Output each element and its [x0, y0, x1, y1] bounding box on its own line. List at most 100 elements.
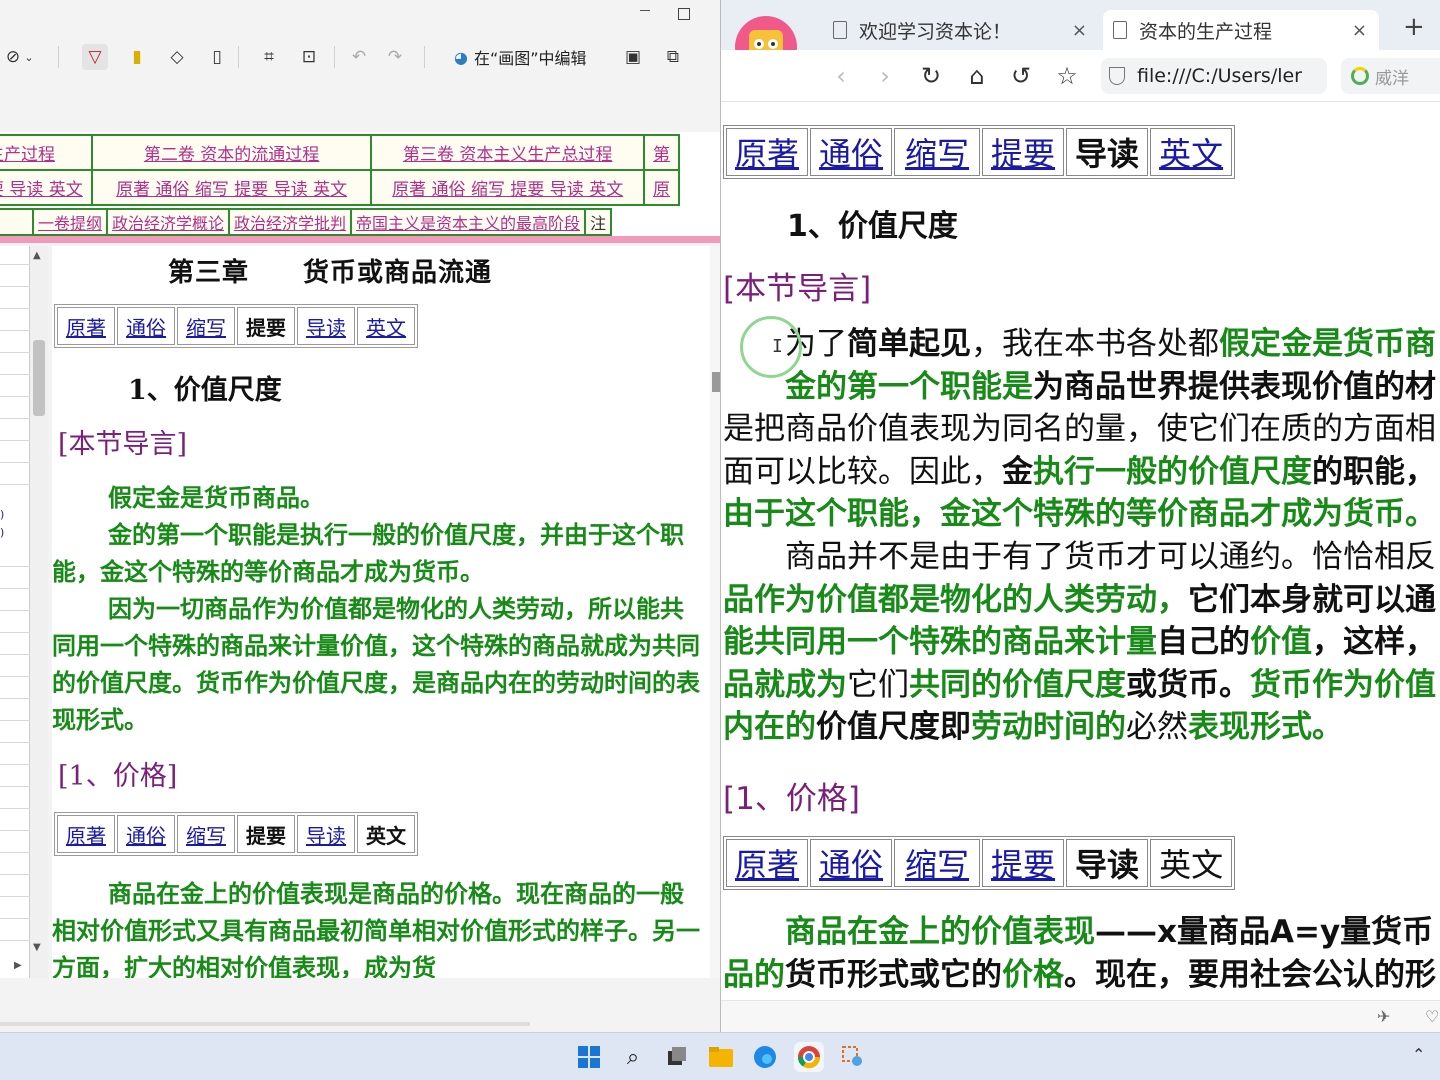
extension-icon[interactable]: ♡ [1425, 1007, 1439, 1026]
address-text: file:///C:/Users/ler [1137, 65, 1302, 87]
rocket-icon[interactable]: ✈ [1377, 1007, 1390, 1026]
tab-summary[interactable]: 提要 [237, 307, 295, 345]
copy-icon[interactable]: ⧉ [660, 44, 686, 70]
ruler-icon[interactable]: ▯ [204, 44, 230, 70]
tab-guide[interactable]: 导读 [297, 815, 355, 853]
text-segment: 假定金是货币商 [1219, 326, 1436, 362]
sidebar-link[interactable]: ) [0, 526, 4, 539]
tab-abridged[interactable]: 缩写 [894, 128, 981, 176]
pen-icon[interactable]: ▽ [82, 44, 108, 70]
tab-original[interactable]: 原著 [726, 128, 809, 176]
highlighter-icon[interactable]: ▮ [124, 44, 150, 70]
tab-abridged[interactable]: 缩写 [894, 839, 981, 887]
nav-vol1-links[interactable]: 提要 导读 英文 [0, 169, 93, 206]
close-icon[interactable]: × [1352, 20, 1367, 41]
nav-economics-critique[interactable]: 政治经济学批判 [228, 208, 353, 236]
tab-popular[interactable]: 通俗 [117, 307, 175, 345]
tab-english[interactable]: 英文 [357, 307, 415, 345]
tab-english[interactable]: 英文 [357, 815, 415, 853]
tab-original[interactable]: 原著 [726, 839, 809, 887]
edge-icon[interactable] [750, 1042, 780, 1072]
tab-abridged[interactable]: 缩写 [177, 815, 235, 853]
left-sidebar-list[interactable]: ) ) [0, 246, 30, 978]
new-tab-button[interactable]: + [1403, 12, 1425, 42]
maximize-button[interactable] [678, 8, 690, 20]
tab-title: 资本的生产过程 [1139, 20, 1273, 43]
address-bar[interactable]: file:///C:/Users/ler [1101, 58, 1327, 94]
search-icon[interactable]: ⌕ [618, 1042, 648, 1072]
horizontal-scrollbar[interactable] [0, 1022, 530, 1026]
list-line [0, 742, 30, 743]
search-box[interactable]: 威洋 [1341, 58, 1440, 94]
sidebar-scroll-thumb[interactable] [33, 340, 45, 416]
toolbar-divider [334, 46, 335, 68]
redo-icon[interactable]: ↷ [382, 44, 408, 70]
tab-popular[interactable]: 通俗 [810, 128, 893, 176]
nav-vol2[interactable]: 第二卷 资本的流通过程 [90, 134, 373, 171]
undo-close-icon[interactable]: ↺ [1005, 60, 1037, 92]
list-line [0, 720, 30, 721]
tab-popular[interactable]: 通俗 [117, 815, 175, 853]
scroll-right-arrow-icon[interactable]: ▶ [14, 960, 22, 971]
nav-outline[interactable]: 一卷提纲 [31, 208, 109, 236]
save-icon[interactable]: ▣ [620, 44, 646, 70]
windows-start-icon[interactable] [574, 1042, 604, 1072]
search-placeholder: 威洋 [1375, 68, 1409, 89]
toolbar-divider [238, 46, 239, 68]
crop-icon[interactable]: ⌗ [256, 44, 282, 70]
tab-english[interactable]: 英文 [1150, 839, 1233, 887]
back-icon[interactable]: ‹ [825, 60, 857, 92]
task-view-icon[interactable] [662, 1042, 692, 1072]
tab-guide[interactable]: 导读 [1066, 128, 1149, 176]
forward-icon[interactable]: › [869, 60, 901, 92]
nav-history[interactable]: 历史 [0, 208, 34, 236]
chevron-down-icon[interactable]: ⌄ [16, 44, 42, 70]
search-engine-icon [1351, 67, 1369, 85]
refresh-icon[interactable]: ↻ [915, 60, 947, 92]
tab-popular[interactable]: 通俗 [810, 839, 893, 887]
star-icon[interactable]: ☆ [1051, 60, 1083, 92]
tab-welcome[interactable]: 欢迎学习资本论！ × [823, 10, 1099, 50]
edit-in-paint-button[interactable]: ◕ 在“画图”中编辑 [454, 44, 587, 70]
view-tabs: 原著 通俗 缩写 提要 导读 英文 [54, 812, 418, 856]
tab-summary[interactable]: 提要 [237, 815, 295, 853]
home-icon[interactable]: ⌂ [961, 60, 993, 92]
tab-original[interactable]: 原著 [57, 815, 115, 853]
undo-icon[interactable]: ↶ [346, 44, 372, 70]
tab-summary[interactable]: 提要 [982, 839, 1065, 887]
chevron-up-icon[interactable]: ⌃ [1412, 1045, 1425, 1064]
tab-english[interactable]: 英文 [1150, 128, 1233, 176]
tab-production-process[interactable]: 资本的生产过程 × [1103, 10, 1379, 50]
paragraph: 因为一切商品作为价值都是物化的人类劳动，所以能共同用一个特殊的商品来计量价值，这… [52, 595, 700, 734]
sidebar-link[interactable]: ) [0, 508, 4, 521]
tab-original[interactable]: 原著 [57, 307, 115, 345]
nav-imperialism[interactable]: 帝国主义是资本主义的最高阶段 [350, 208, 587, 236]
minimize-button[interactable] [640, 10, 650, 11]
file-explorer-icon[interactable] [706, 1042, 736, 1072]
content-scroll-thumb[interactable] [712, 372, 720, 392]
nav-vol4-links[interactable]: 原 [643, 169, 680, 206]
nav-vol3[interactable]: 第三卷 资本主义生产总过程 [370, 134, 645, 171]
eraser-icon[interactable]: ◇ [164, 44, 190, 70]
nav-vol3-links[interactable]: 原著 通俗 缩写 提要 导读 英文 [370, 169, 645, 206]
text-actions-icon[interactable]: ⊡ [296, 44, 322, 70]
tab-guide[interactable]: 导读 [297, 307, 355, 345]
list-line [0, 896, 30, 897]
text-segment: 简单起见 [847, 326, 971, 362]
nav-vol1[interactable]: 的生产过程 [0, 134, 93, 171]
tab-summary[interactable]: 提要 [982, 128, 1065, 176]
text-segment: 品作为价值都是物化的人类劳动， [723, 581, 1188, 618]
scroll-up-arrow-icon[interactable]: ▲ [33, 250, 41, 261]
chrome-icon[interactable] [794, 1042, 824, 1072]
scroll-down-arrow-icon[interactable]: ▼ [33, 942, 41, 953]
paint-tool-icon[interactable] [838, 1042, 868, 1072]
nav-notes[interactable]: 注 [584, 208, 613, 236]
tab-guide[interactable]: 导读 [1066, 839, 1149, 887]
list-line [0, 874, 30, 875]
tab-abridged[interactable]: 缩写 [177, 307, 235, 345]
content-scrollbar[interactable] [710, 246, 720, 978]
nav-economics-intro[interactable]: 政治经济学概论 [106, 208, 231, 236]
nav-vol2-links[interactable]: 原著 通俗 缩写 提要 导读 英文 [90, 169, 373, 206]
nav-vol4[interactable]: 第 [643, 134, 680, 171]
close-icon[interactable]: × [1072, 20, 1087, 41]
